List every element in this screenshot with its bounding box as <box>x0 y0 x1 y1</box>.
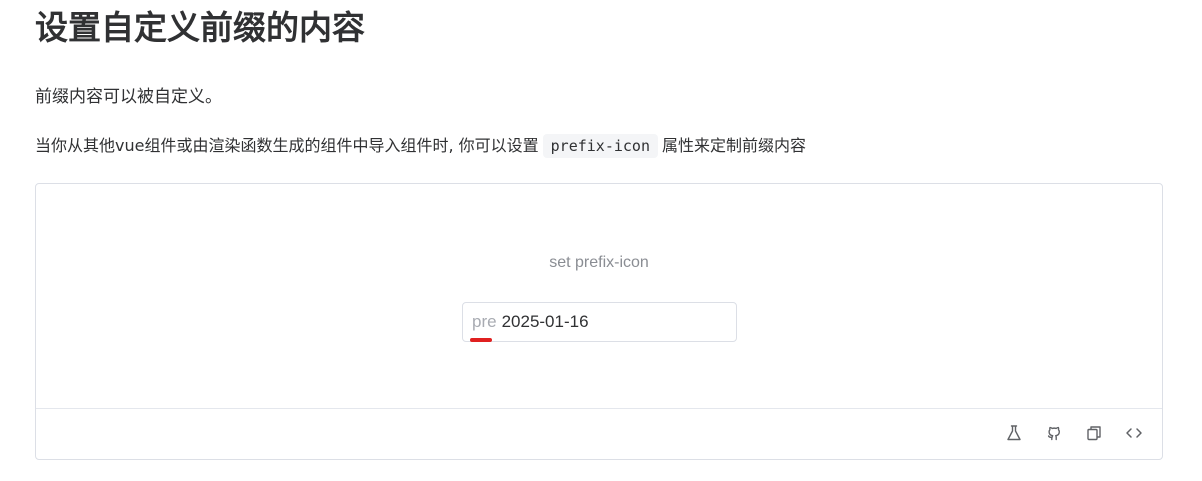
description-after: 属性来定制前缀内容 <box>661 136 806 155</box>
red-underline-marker <box>470 338 492 342</box>
intro-text: 前缀内容可以被自定义。 <box>35 87 222 107</box>
prefix-text: pre <box>472 312 497 331</box>
date-picker-input[interactable]: pre 2025-01-16 <box>462 302 737 342</box>
description-before: 当你从其他vue组件或由渲染函数生成的组件中导入组件时, 你可以设置 <box>35 136 539 155</box>
github-icon[interactable] <box>1044 423 1064 443</box>
code-icon[interactable] <box>1124 423 1144 443</box>
playground-icon[interactable] <box>1004 423 1024 443</box>
date-value[interactable]: 2025-01-16 <box>502 312 589 332</box>
prefix-icon-code: prefix-icon <box>542 134 658 158</box>
description-text: 当你从其他vue组件或由渲染函数生成的组件中导入组件时, 你可以设置 prefix… <box>35 134 806 158</box>
demo-caption: set prefix-icon <box>549 254 649 271</box>
page-title: 设置自定义前缀的内容 <box>35 8 365 47</box>
demo-block: set prefix-icon pre 2025-01-16 <box>35 183 1163 460</box>
demo-preview: set prefix-icon pre 2025-01-16 <box>36 184 1162 411</box>
demo-toolbar <box>36 408 1162 459</box>
copy-icon[interactable] <box>1084 423 1104 443</box>
